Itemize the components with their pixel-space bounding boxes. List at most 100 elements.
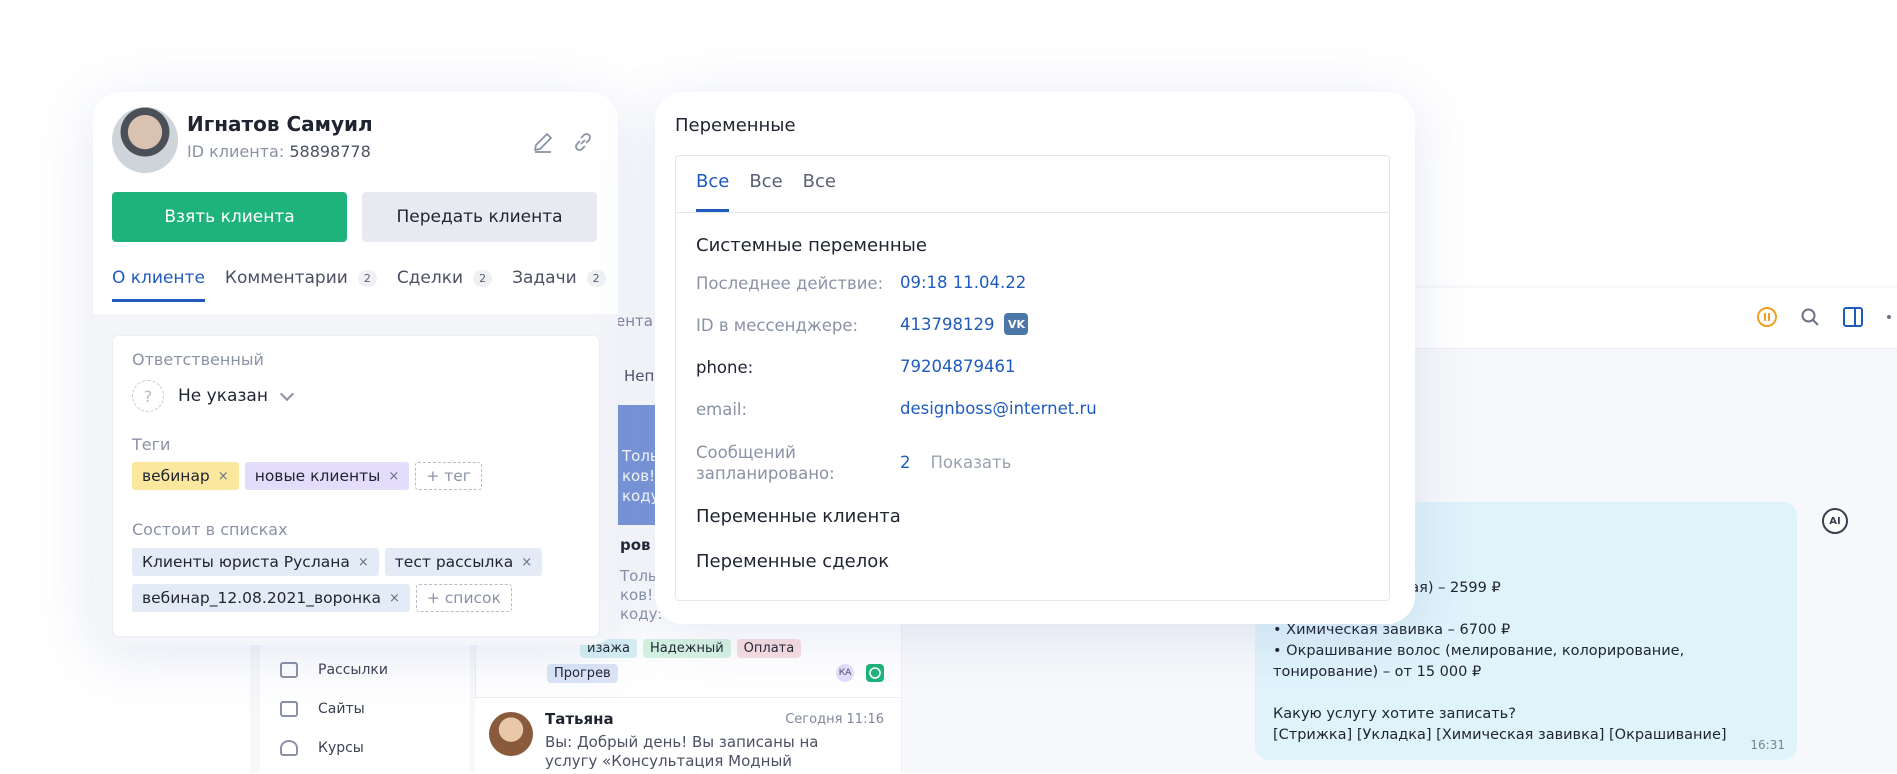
- variable-value: 413798129 VK: [900, 313, 1029, 335]
- list-label: Клиенты юриста Руслана: [142, 553, 350, 571]
- remove-list-icon[interactable]: ×: [389, 591, 400, 606]
- system-variables-heading[interactable]: Системные переменные: [696, 235, 927, 256]
- preview-line: ков!: [622, 467, 656, 485]
- tag-chip: вебинар ×: [132, 462, 239, 490]
- tab-label: Задачи: [512, 268, 577, 288]
- scheduled-count: 2: [900, 453, 911, 472]
- variables-title: Переменные: [675, 115, 796, 136]
- client-id-label: ID клиента:: [187, 142, 285, 161]
- list-chip: вебинар_12.08.2021_воронка ×: [132, 584, 410, 612]
- chip-row: Прогрев: [547, 662, 624, 683]
- client-card: Игнатов Самуил ID клиента: 58898778 Взят…: [93, 92, 618, 645]
- deal-variables-heading[interactable]: Переменные сделок: [696, 551, 889, 572]
- message-time: Сегодня 11:16: [785, 712, 884, 727]
- variable-label: ID в мессенджере:: [696, 316, 859, 335]
- variable-label: email:: [696, 400, 748, 419]
- tab-label: О клиенте: [112, 268, 205, 288]
- avatar: [489, 712, 533, 756]
- sidebar-item-mailings[interactable]: Рассылки: [280, 662, 388, 678]
- remove-list-icon[interactable]: ×: [521, 555, 532, 570]
- remove-list-icon[interactable]: ×: [358, 555, 369, 570]
- tag-chip: Прогрев: [547, 664, 618, 683]
- tag-label: новые клиенты: [254, 467, 381, 485]
- tab-about[interactable]: О клиенте: [112, 268, 205, 302]
- message-image-preview[interactable]: Толь ков! коду:: [618, 405, 665, 525]
- messenger-id-value[interactable]: 413798129: [900, 315, 994, 334]
- panel-toggle-icon[interactable]: [1843, 307, 1863, 327]
- variables-tabs: Все Все Все: [696, 156, 836, 212]
- tab-label: Комментарии: [224, 268, 348, 288]
- graduation-cap-icon: [280, 740, 298, 756]
- responsible-value: Не указан: [178, 386, 268, 406]
- variable-label: phone:: [696, 358, 754, 377]
- message-time: 16:31: [1750, 738, 1785, 752]
- variable-label: Последнее действие:: [696, 274, 884, 293]
- count-badge: 2: [357, 269, 377, 287]
- list-label: вебинар_12.08.2021_воронка: [142, 589, 381, 607]
- tab-all[interactable]: Все: [696, 156, 730, 212]
- responsible-select[interactable]: ? Не указан: [132, 380, 295, 412]
- variable-value: 2 Показать: [900, 453, 1011, 472]
- tags-row: вебинар × новые клиенты × + тег: [132, 462, 482, 490]
- lists-row: Клиенты юриста Руслана × тест рассылка ×: [132, 548, 543, 576]
- count-badge: 2: [586, 269, 606, 287]
- phone-value[interactable]: 79204879461: [900, 357, 1015, 376]
- tag-chip: Надежный: [643, 639, 731, 658]
- vk-icon: VK: [1004, 313, 1029, 335]
- tab-deals[interactable]: Сделки 2: [397, 268, 493, 302]
- lists-label: Состоит в списках: [132, 520, 288, 539]
- link-icon[interactable]: [571, 130, 595, 154]
- list-item[interactable]: Татьяна Сегодня 11:16 Вы: Добрый день! В…: [475, 697, 900, 774]
- take-client-button[interactable]: Взять клиента: [112, 192, 347, 242]
- contact-name: Татьяна: [545, 710, 614, 728]
- list-chip: тест рассылка ×: [384, 548, 543, 576]
- variable-value: designboss@internet.ru: [900, 399, 1097, 418]
- tab-comments[interactable]: Комментарии 2: [225, 268, 377, 302]
- sidebar-item-courses[interactable]: Курсы: [280, 740, 364, 756]
- tag-chip: новые клиенты ×: [244, 462, 410, 490]
- remove-tag-icon[interactable]: ×: [218, 469, 229, 484]
- list-chip: Клиенты юриста Руслана ×: [132, 548, 379, 576]
- client-id: ID клиента: 58898778: [187, 142, 371, 161]
- whatsapp-icon: [866, 664, 884, 682]
- variables-panel: Все Все Все Системные переменные Последн…: [675, 155, 1390, 601]
- variable-value: 79204879461: [900, 357, 1015, 376]
- transfer-client-button[interactable]: Передать клиента: [362, 192, 597, 242]
- client-tabs: О клиенте Комментарии 2 Сделки 2 Задачи …: [112, 268, 618, 302]
- briefcase-icon: [280, 701, 298, 717]
- client-id-value: 58898778: [289, 142, 371, 161]
- contact-name-fragment: ров: [620, 536, 651, 554]
- email-value[interactable]: designboss@internet.ru: [900, 399, 1097, 418]
- variable-label: Сообщений запланировано:: [696, 443, 835, 483]
- tab-tasks[interactable]: Задачи 2: [512, 268, 606, 302]
- tag-label: вебинар: [142, 467, 210, 485]
- client-name: Игнатов Самуил: [187, 112, 373, 136]
- sidebar-item-label: Курсы: [318, 740, 364, 756]
- chevron-down-icon: [279, 386, 295, 402]
- tabs-divider: [676, 212, 1389, 213]
- variable-value: 09:18 11.04.22: [900, 273, 1026, 292]
- search-icon[interactable]: [1800, 307, 1820, 327]
- last-action-value: 09:18 11.04.22: [900, 273, 1027, 292]
- sidebar-item-sites[interactable]: Сайты: [280, 701, 365, 717]
- client-variables-heading[interactable]: Переменные клиента: [696, 506, 901, 527]
- show-link[interactable]: Показать: [931, 453, 1012, 472]
- remove-tag-icon[interactable]: ×: [388, 469, 399, 484]
- tab-all[interactable]: Все: [749, 156, 782, 212]
- mini-avatar: КА: [836, 664, 854, 682]
- variables-card: Переменные Все Все Все Системные перемен…: [655, 92, 1415, 624]
- mail-icon: [280, 662, 298, 678]
- pause-icon[interactable]: [1757, 307, 1777, 327]
- tags-label: Теги: [132, 435, 171, 454]
- more-icon[interactable]: [1885, 307, 1897, 327]
- sidebar-item-label: Сайты: [318, 701, 365, 717]
- add-list-button[interactable]: + список: [415, 584, 512, 612]
- count-badge: 2: [473, 269, 493, 287]
- client-details-panel: Ответственный ? Не указан Теги вебинар ×…: [112, 335, 600, 637]
- add-tag-button[interactable]: + тег: [415, 462, 482, 490]
- preview-text-line: Толь: [620, 567, 657, 585]
- tab-all[interactable]: Все: [803, 156, 836, 212]
- ai-icon[interactable]: AI: [1822, 508, 1848, 534]
- pencil-icon[interactable]: [531, 130, 555, 154]
- list-label: тест рассылка: [394, 553, 514, 571]
